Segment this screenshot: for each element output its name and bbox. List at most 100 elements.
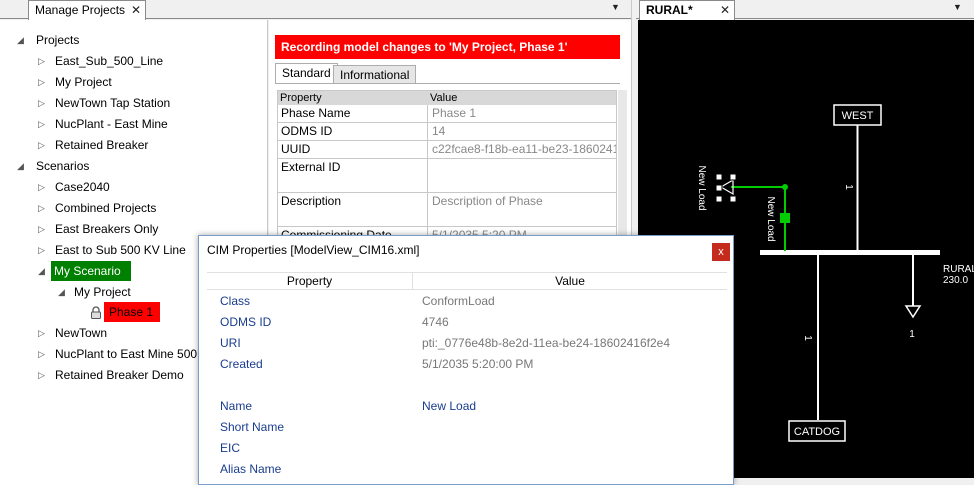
column-header-value: Value <box>428 91 616 105</box>
expanded-arrow-icon[interactable]: ◢ <box>58 283 65 301</box>
pane-menu-dropdown-icon[interactable]: ▼ <box>611 2 620 12</box>
load-number-label: 1 <box>909 329 915 340</box>
cim-property-name: Name <box>220 399 253 413</box>
selection-handle[interactable] <box>715 184 723 192</box>
lock-icon <box>90 306 102 319</box>
collapsed-arrow-icon[interactable]: ▷ <box>38 73 45 91</box>
tree-item-label-highlighted: My Scenario <box>51 261 131 281</box>
expanded-arrow-icon[interactable]: ◢ <box>38 262 45 280</box>
tree-item-label: My Project <box>55 75 112 89</box>
cim-property-name: Alias Name <box>220 462 282 476</box>
selection-handle[interactable] <box>715 173 723 181</box>
collapsed-arrow-icon[interactable]: ▷ <box>38 178 45 196</box>
tree-item-label: East_Sub_500_Line <box>55 54 164 68</box>
tree-item-label: NewTown <box>55 326 108 340</box>
cim-property-value[interactable]: pti:_0776e48b-8e2d-11ea-be24-18602416f2e… <box>422 336 670 350</box>
tab-rural[interactable]: RURAL* ✕ <box>639 0 735 20</box>
close-icon[interactable]: ✕ <box>720 1 730 19</box>
cim-property-value[interactable]: 5/1/2035 5:20:00 PM <box>422 357 533 371</box>
tree-node-label: Scenarios <box>36 159 90 173</box>
bus-rural-kv: 230.0 <box>943 275 968 286</box>
close-icon[interactable]: ✕ <box>131 1 141 19</box>
collapsed-arrow-icon[interactable]: ▷ <box>38 115 45 133</box>
tree-item-label: Retained Breaker <box>55 138 149 152</box>
close-icon[interactable]: x <box>712 243 730 261</box>
dialog-title: CIM Properties [ModelView_CIM16.xml] <box>207 243 420 257</box>
junction-dot <box>782 184 788 190</box>
collapsed-arrow-icon[interactable]: ▷ <box>38 52 45 70</box>
column-header-value: Value <box>555 274 585 288</box>
tab-manage-projects[interactable]: Manage Projects ✕ <box>28 0 146 20</box>
tree-item-label: NucPlant to East Mine 500 <box>55 347 198 361</box>
bus-catdog-label: CATDOG <box>794 426 840 438</box>
column-header-property: Property <box>286 274 333 288</box>
branch-label: 1 <box>843 184 854 190</box>
tab-standard[interactable]: Standard <box>275 63 338 84</box>
tab-manage-projects-label: Manage Projects <box>35 3 126 17</box>
selection-handle[interactable] <box>729 173 737 181</box>
tab-rural-label: RURAL* <box>646 3 693 17</box>
bus-west-label: WEST <box>842 110 874 122</box>
table-row[interactable]: Description Description of Phase <box>278 193 616 227</box>
vertical-scrollbar[interactable] <box>618 90 627 240</box>
tree-item-label: Combined Projects <box>55 201 157 215</box>
tree-item-label-highlighted: Phase 1 <box>104 302 160 322</box>
collapsed-arrow-icon[interactable]: ▷ <box>38 366 45 384</box>
tree-item-label: NewTown Tap Station <box>55 96 171 110</box>
property-name: UUID <box>278 141 428 158</box>
tree-item-label: East Breakers Only <box>55 222 159 236</box>
collapsed-arrow-icon[interactable]: ▷ <box>38 94 45 112</box>
new-load-label: New Load <box>696 165 707 210</box>
table-row[interactable]: Phase Name Phase 1 <box>278 105 616 123</box>
property-name: Description <box>278 193 428 226</box>
tree-item-label: NucPlant - East Mine <box>55 117 168 131</box>
cim-property-value[interactable]: 4746 <box>422 315 449 329</box>
pane-menu-dropdown-icon[interactable]: ▼ <box>953 2 962 12</box>
table-row[interactable]: External ID <box>278 159 616 193</box>
property-value[interactable]: c22fcae8-f18b-ea11-be23-1860241 <box>429 141 616 158</box>
cim-property-name: EIC <box>220 441 241 455</box>
bus-rural-label: RURAL <box>943 264 974 275</box>
cim-grid-header: Property Value <box>207 272 727 290</box>
cim-property-name: Created <box>220 357 263 371</box>
cim-property-value[interactable]: New Load <box>422 399 476 413</box>
tree-item-label: My Project <box>74 285 131 299</box>
cim-property-name: Class <box>220 294 251 308</box>
property-value[interactable]: 14 <box>429 123 616 140</box>
selection-handle[interactable] <box>729 195 737 203</box>
property-value[interactable] <box>429 159 616 192</box>
collapsed-arrow-icon[interactable]: ▷ <box>38 136 45 154</box>
collapsed-arrow-icon[interactable]: ▷ <box>38 241 45 259</box>
expanded-arrow-icon[interactable]: ◢ <box>17 157 24 175</box>
column-header-property: Property <box>278 91 428 105</box>
phase-property-grid: Property Value Phase Name Phase 1 ODMS I… <box>277 90 617 240</box>
property-name: ODMS ID <box>278 123 428 140</box>
table-row[interactable]: ODMS ID 14 <box>278 123 616 141</box>
bus-rural[interactable] <box>760 250 940 255</box>
tree-item-label: East to Sub 500 KV Line <box>55 243 186 257</box>
collapsed-arrow-icon[interactable]: ▷ <box>38 345 45 363</box>
collapsed-arrow-icon[interactable]: ▷ <box>38 220 45 238</box>
property-value[interactable]: Description of Phase <box>429 193 616 226</box>
expanded-arrow-icon[interactable]: ◢ <box>17 31 24 49</box>
table-row[interactable]: UUID c22fcae8-f18b-ea11-be23-1860241 <box>278 141 616 159</box>
tab-divider <box>275 83 620 84</box>
cim-property-name: Short Name <box>220 420 285 434</box>
collapsed-arrow-icon[interactable]: ▷ <box>38 199 45 217</box>
new-load-label: New Load <box>765 196 776 241</box>
new-load-breaker[interactable] <box>780 213 790 223</box>
tree-item-label: Case2040 <box>55 180 110 194</box>
load-arrow-icon[interactable] <box>904 305 922 319</box>
cim-property-name: ODMS ID <box>220 315 272 329</box>
right-pane-tabbar: RURAL* ✕ ▼ <box>636 0 974 20</box>
dialog-titlebar[interactable]: CIM Properties [ModelView_CIM16.xml] x <box>199 236 733 266</box>
selection-handle[interactable] <box>715 195 723 203</box>
cim-property-value[interactable]: ConformLoad <box>422 294 495 308</box>
property-name: External ID <box>278 159 428 192</box>
tab-informational[interactable]: Informational <box>333 65 417 83</box>
cim-properties-dialog: CIM Properties [ModelView_CIM16.xml] x P… <box>198 235 734 485</box>
recording-banner: Recording model changes to 'My Project, … <box>275 35 620 59</box>
tree-node-label: Projects <box>36 33 80 47</box>
collapsed-arrow-icon[interactable]: ▷ <box>38 324 45 342</box>
property-value[interactable]: Phase 1 <box>429 105 616 122</box>
